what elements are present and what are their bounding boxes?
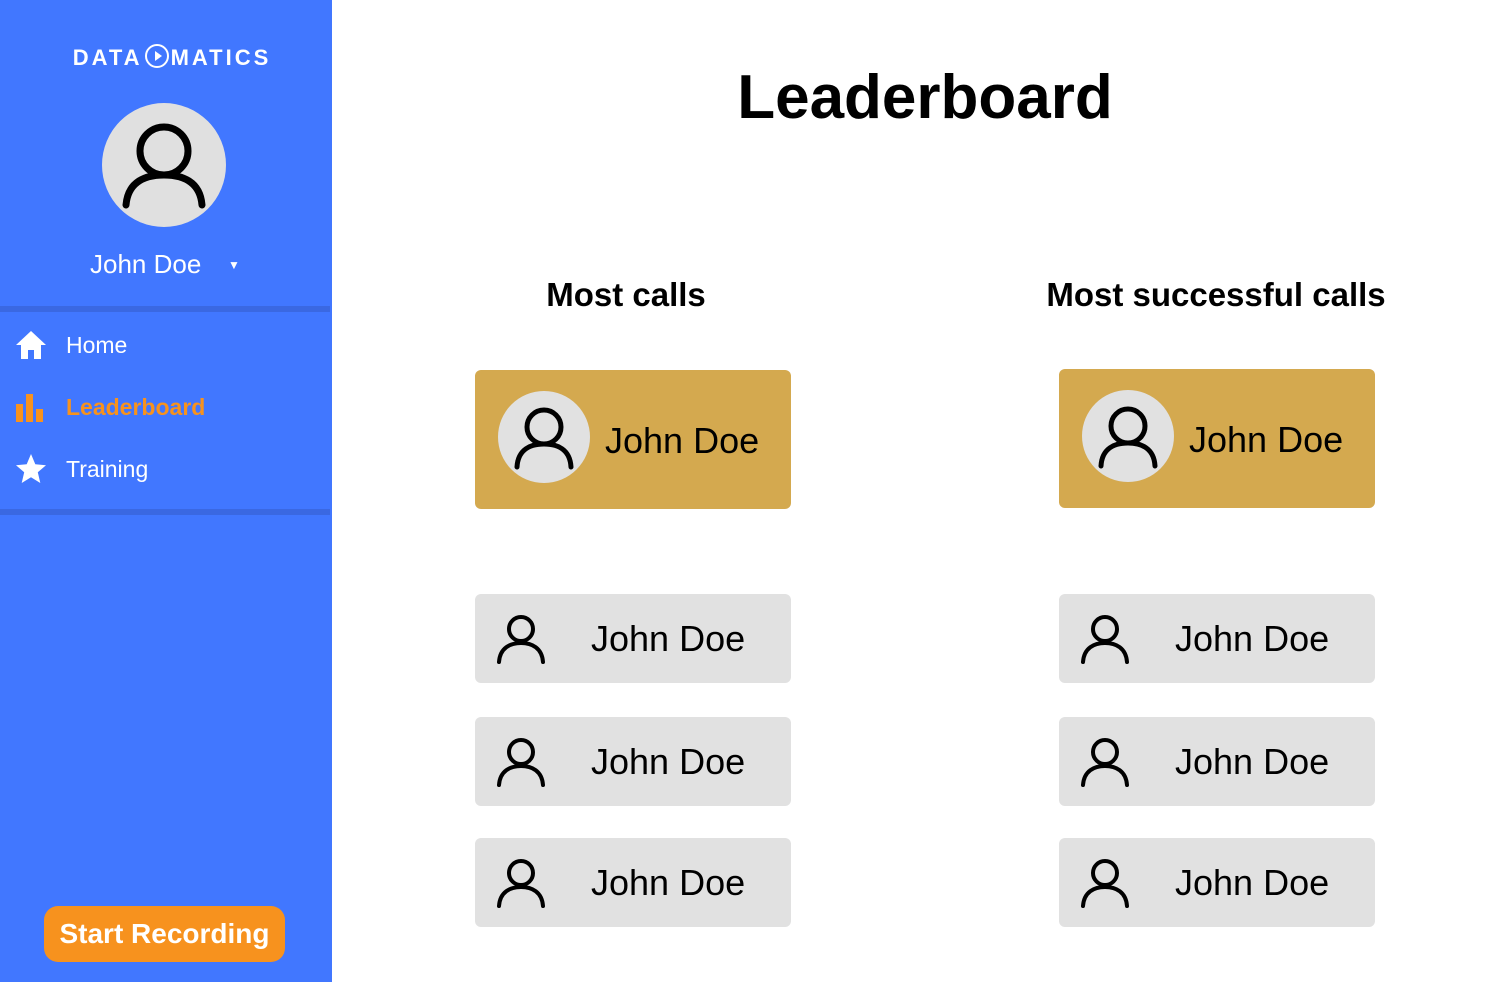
avatar bbox=[1082, 390, 1174, 482]
avatar bbox=[498, 391, 590, 483]
leaderboard-row[interactable]: John Doe bbox=[475, 838, 791, 927]
sidebar-item-label: Training bbox=[66, 456, 149, 482]
sidebar-item-label: Home bbox=[66, 332, 128, 358]
start-recording-button[interactable]: Start Recording bbox=[44, 906, 285, 962]
user-name[interactable]: John Doe bbox=[90, 249, 201, 280]
leaderboard-top-card[interactable]: John Doe bbox=[1059, 369, 1375, 508]
leaderboard-top-card[interactable]: John Doe bbox=[475, 370, 791, 509]
sidebar-item-home[interactable]: Home bbox=[0, 322, 330, 366]
leaderboard-row[interactable]: John Doe bbox=[1059, 717, 1375, 806]
sidebar-item-label: Leaderboard bbox=[66, 394, 206, 420]
user-icon bbox=[514, 407, 574, 470]
user-icon bbox=[497, 738, 545, 787]
bar-chart-icon bbox=[16, 394, 43, 422]
sidebar-item-training[interactable]: Training bbox=[0, 446, 330, 490]
leaderboard-row[interactable]: John Doe bbox=[1059, 594, 1375, 683]
user-icon bbox=[497, 615, 545, 664]
sidebar-divider bbox=[0, 509, 330, 515]
leader-name: John Doe bbox=[1175, 862, 1330, 903]
leader-name: John Doe bbox=[1189, 419, 1344, 460]
logo-text-left: DATA bbox=[72, 45, 143, 70]
profile-avatar[interactable] bbox=[102, 103, 226, 227]
leaderboard-row[interactable]: John Doe bbox=[1059, 838, 1375, 927]
user-icon bbox=[1081, 615, 1129, 664]
leader-name: John Doe bbox=[1175, 618, 1330, 659]
leader-name: John Doe bbox=[591, 862, 746, 903]
logo-text-right: MATICS bbox=[170, 45, 272, 70]
leader-name: John Doe bbox=[1175, 741, 1330, 782]
leaderboard-row[interactable]: John Doe bbox=[475, 594, 791, 683]
sidebar-divider bbox=[0, 306, 330, 312]
sidebar-item-leaderboard[interactable]: Leaderboard bbox=[0, 384, 330, 428]
user-icon bbox=[122, 123, 206, 209]
brand-logo: DATA MATICS bbox=[0, 44, 344, 71]
user-icon bbox=[1098, 406, 1158, 469]
page-title: Leaderboard bbox=[737, 63, 1113, 132]
sidebar: DATA MATICS John Doe ▼ Home Leaderboard T… bbox=[0, 0, 332, 982]
column-title-most-calls: Most calls bbox=[546, 276, 706, 313]
leader-name: John Doe bbox=[605, 420, 760, 461]
user-icon bbox=[1081, 738, 1129, 787]
leader-name: John Doe bbox=[591, 618, 746, 659]
user-icon bbox=[1081, 859, 1129, 908]
column-title-most-successful-calls: Most successful calls bbox=[1046, 276, 1386, 313]
leaderboard-row[interactable]: John Doe bbox=[475, 717, 791, 806]
leader-name: John Doe bbox=[591, 741, 746, 782]
chevron-down-icon[interactable]: ▼ bbox=[228, 258, 240, 272]
star-icon bbox=[16, 454, 46, 483]
home-icon bbox=[16, 331, 46, 359]
user-icon bbox=[497, 859, 545, 908]
play-circle-icon bbox=[144, 44, 169, 68]
